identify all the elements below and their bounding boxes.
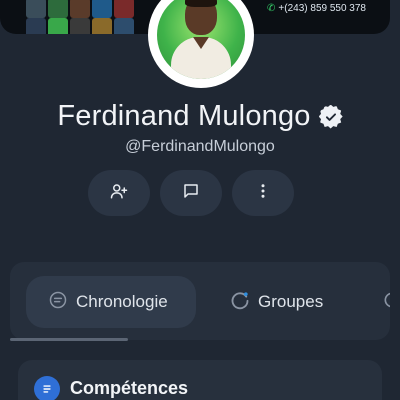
phone-text: +(243) 859 550 378 xyxy=(278,3,366,14)
tab-groupes[interactable]: Groupes xyxy=(230,276,323,328)
tab-scroll-indicator xyxy=(10,338,128,341)
phone-number: ✆ +(243) 859 550 378 xyxy=(267,3,366,14)
verified-badge-icon xyxy=(318,104,343,129)
add-friend-icon xyxy=(110,182,128,205)
section-title: Compétences xyxy=(70,378,189,398)
profile-name: Ferdinand Mulongo xyxy=(57,100,311,132)
avatar-photo xyxy=(157,0,245,79)
message-button[interactable] xyxy=(160,170,222,216)
profile-name-row: Ferdinand Mulongo xyxy=(0,100,400,133)
more-vertical-icon xyxy=(254,182,272,205)
more-options-button[interactable] xyxy=(232,170,294,216)
profile-handle: @FerdinandMulongo xyxy=(125,138,275,155)
phone-icon: ✆ xyxy=(267,3,276,14)
profile-actions xyxy=(88,170,294,216)
tab-more[interactable] xyxy=(382,276,390,328)
message-icon xyxy=(182,182,200,205)
cover-image xyxy=(26,0,166,34)
competences-section[interactable]: Compétences xyxy=(18,360,382,400)
profile-tabs: Chronologie Groupes xyxy=(10,262,390,340)
tab-label: Groupes xyxy=(258,292,324,311)
tab-label: Chronologie xyxy=(76,292,168,311)
avatar[interactable] xyxy=(148,0,254,88)
timeline-icon xyxy=(48,290,68,315)
tab-chronologie[interactable]: Chronologie xyxy=(26,276,196,328)
add-friend-button[interactable] xyxy=(88,170,150,216)
chat-icon xyxy=(382,290,390,315)
document-icon xyxy=(34,376,60,400)
groups-icon xyxy=(230,290,250,315)
